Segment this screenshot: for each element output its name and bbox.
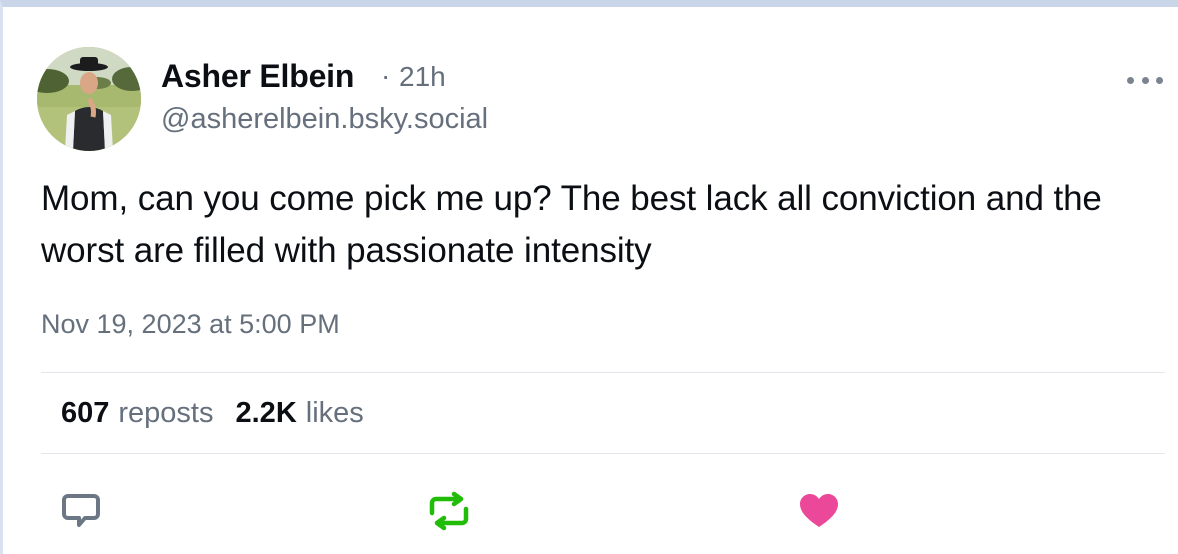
reposts-count[interactable]: 607: [61, 397, 109, 430]
engagement-stats: 607 reposts 2.2K likes: [61, 397, 386, 430]
author-handle[interactable]: @asherelbein.bsky.social: [161, 103, 488, 136]
avatar-photo: [37, 47, 141, 151]
reposts-label[interactable]: reposts: [118, 397, 213, 430]
post-card: Asher Elbein · 21h @asherelbein.bsky.soc…: [0, 0, 1178, 554]
ellipsis-icon: [1156, 76, 1163, 84]
repost-button[interactable]: [424, 491, 469, 531]
ellipsis-icon: [1141, 76, 1149, 84]
repost-arrows-icon: [429, 491, 469, 531]
ellipsis-icon: [1127, 76, 1134, 84]
speech-bubble-icon: [62, 494, 100, 527]
divider: [41, 372, 1165, 373]
more-options-button[interactable]: [1123, 67, 1167, 93]
avatar[interactable]: [37, 47, 141, 151]
reply-button[interactable]: [59, 491, 103, 531]
author-display-name[interactable]: Asher Elbein: [161, 58, 354, 95]
relative-time[interactable]: 21h: [399, 61, 446, 93]
heart-icon: [800, 494, 838, 527]
likes-count[interactable]: 2.2K: [236, 397, 297, 430]
separator-dot: ·: [381, 60, 391, 91]
post-text: Mom, can you come pick me up? The best l…: [41, 179, 1102, 270]
like-button[interactable]: [797, 491, 841, 531]
post-timestamp[interactable]: Nov 19, 2023 at 5:00 PM: [41, 309, 340, 340]
likes-label[interactable]: likes: [306, 397, 364, 430]
divider: [41, 453, 1165, 454]
